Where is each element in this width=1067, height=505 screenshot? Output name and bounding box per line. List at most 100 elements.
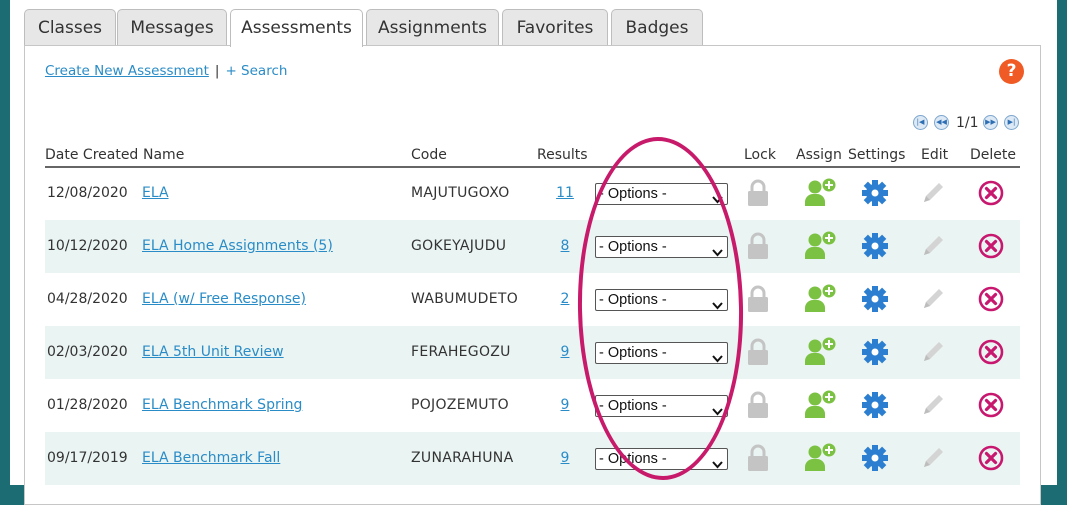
tab-badges[interactable]: Badges bbox=[611, 9, 703, 45]
gear-icon[interactable] bbox=[862, 445, 888, 475]
lock-icon[interactable] bbox=[746, 444, 770, 475]
gear-icon[interactable] bbox=[862, 392, 888, 422]
results-link[interactable]: 11 bbox=[550, 167, 580, 220]
gear-icon[interactable] bbox=[862, 233, 888, 263]
pencil-icon[interactable] bbox=[920, 286, 946, 316]
options-select[interactable]: - Options - bbox=[595, 236, 728, 258]
gear-icon[interactable] bbox=[862, 339, 888, 369]
assign-user-plus-icon[interactable] bbox=[805, 337, 837, 369]
delete-x-icon[interactable] bbox=[978, 445, 1004, 475]
header-results[interactable]: Results bbox=[537, 147, 588, 163]
options-select-value: - Options - bbox=[599, 292, 667, 308]
pencil-icon[interactable] bbox=[920, 233, 946, 263]
assign-user-plus-icon[interactable] bbox=[805, 231, 837, 263]
tab-assessments[interactable]: Assessments bbox=[230, 9, 363, 47]
code-cell: GOKEYAJUDU bbox=[411, 238, 507, 254]
code-cell: ZUNARAHUNA bbox=[411, 450, 514, 466]
toolbar-separator: | bbox=[214, 63, 220, 79]
assign-user-plus-icon[interactable] bbox=[805, 443, 837, 475]
lock-icon[interactable] bbox=[746, 179, 770, 210]
chevron-down-icon bbox=[712, 349, 723, 369]
assessment-name-link[interactable]: ELA (w/ Free Response) bbox=[142, 273, 306, 326]
assessment-name-link[interactable]: ELA Benchmark Fall bbox=[142, 432, 280, 485]
pencil-icon[interactable] bbox=[920, 445, 946, 475]
help-icon[interactable]: ? bbox=[999, 59, 1024, 84]
assessment-name-link[interactable]: ELA bbox=[142, 167, 169, 220]
assessment-name-link[interactable]: ELA 5th Unit Review bbox=[142, 326, 284, 379]
assign-user-plus-icon[interactable] bbox=[805, 390, 837, 422]
assign-user-plus-icon[interactable] bbox=[805, 284, 837, 316]
lock-icon[interactable] bbox=[746, 391, 770, 422]
pager-next-icon[interactable]: ▶▶ bbox=[983, 115, 998, 130]
options-select-value: - Options - bbox=[599, 239, 667, 255]
delete-x-icon[interactable] bbox=[978, 339, 1004, 369]
options-select[interactable]: - Options - bbox=[595, 448, 728, 470]
date-cell: 10/12/2020 bbox=[47, 238, 128, 254]
lock-icon[interactable] bbox=[746, 285, 770, 316]
options-select[interactable]: - Options - bbox=[595, 289, 728, 311]
pager-text: 1/1 bbox=[956, 115, 979, 131]
code-cell: MAJUTUGOXO bbox=[411, 185, 510, 201]
pencil-icon[interactable] bbox=[920, 180, 946, 210]
lock-icon[interactable] bbox=[746, 232, 770, 263]
results-link[interactable]: 9 bbox=[550, 326, 580, 379]
assessment-name-link[interactable]: ELA Benchmark Spring bbox=[142, 379, 302, 432]
delete-x-icon[interactable] bbox=[978, 286, 1004, 316]
delete-x-icon[interactable] bbox=[978, 233, 1004, 263]
results-link[interactable]: 9 bbox=[550, 432, 580, 485]
assessment-name-link[interactable]: ELA Home Assignments (5) bbox=[142, 220, 333, 273]
results-link[interactable]: 9 bbox=[550, 379, 580, 432]
header-edit: Edit bbox=[921, 147, 949, 163]
toolbar-links: Create New Assessment | + Search bbox=[45, 63, 287, 79]
table-row: 04/28/2020 ELA (w/ Free Response) WABUMU… bbox=[45, 273, 1020, 326]
date-cell: 09/17/2019 bbox=[47, 450, 128, 466]
delete-x-icon[interactable] bbox=[978, 392, 1004, 422]
options-select[interactable]: - Options - bbox=[595, 342, 728, 364]
tab-messages[interactable]: Messages bbox=[117, 9, 227, 45]
options-select-value: - Options - bbox=[599, 345, 667, 361]
date-cell: 02/03/2020 bbox=[47, 344, 128, 360]
search-link[interactable]: + Search bbox=[225, 63, 287, 79]
date-cell: 01/28/2020 bbox=[47, 397, 128, 413]
options-select-value: - Options - bbox=[599, 186, 667, 202]
table-row: 12/08/2020 ELA MAJUTUGOXO 11 - Options - bbox=[45, 167, 1020, 220]
chevron-down-icon bbox=[712, 296, 723, 316]
assign-user-plus-icon[interactable] bbox=[805, 178, 837, 210]
options-select-value: - Options - bbox=[599, 398, 667, 414]
gear-icon[interactable] bbox=[862, 286, 888, 316]
chevron-down-icon bbox=[712, 190, 723, 210]
chevron-down-icon bbox=[712, 455, 723, 475]
header-lock: Lock bbox=[744, 147, 776, 163]
table-row: 01/28/2020 ELA Benchmark Spring POJOZEMU… bbox=[45, 379, 1020, 432]
table-row: 10/12/2020 ELA Home Assignments (5) GOKE… bbox=[45, 220, 1020, 273]
header-code[interactable]: Code bbox=[411, 147, 447, 163]
header-date[interactable]: Date Created bbox=[45, 147, 138, 163]
options-select[interactable]: - Options - bbox=[595, 183, 728, 205]
code-cell: WABUMUDETO bbox=[411, 291, 519, 307]
lock-icon[interactable] bbox=[746, 338, 770, 369]
pencil-icon[interactable] bbox=[920, 339, 946, 369]
pager-first-icon[interactable]: |◀ bbox=[913, 115, 928, 130]
header-name[interactable]: Name bbox=[143, 147, 184, 163]
pager-last-icon[interactable]: ▶| bbox=[1004, 115, 1019, 130]
table-row: 09/17/2019 ELA Benchmark Fall ZUNARAHUNA… bbox=[45, 432, 1020, 485]
pencil-icon[interactable] bbox=[920, 392, 946, 422]
tab-assignments[interactable]: Assignments bbox=[366, 9, 499, 45]
delete-x-icon[interactable] bbox=[978, 180, 1004, 210]
gear-icon[interactable] bbox=[862, 180, 888, 210]
results-link[interactable]: 8 bbox=[550, 220, 580, 273]
code-cell: FERAHEGOZU bbox=[411, 344, 511, 360]
header-settings: Settings bbox=[848, 147, 906, 163]
results-link[interactable]: 2 bbox=[550, 273, 580, 326]
create-assessment-link[interactable]: Create New Assessment bbox=[45, 63, 209, 79]
chevron-down-icon bbox=[712, 243, 723, 263]
header-delete: Delete bbox=[970, 147, 1016, 163]
date-cell: 12/08/2020 bbox=[47, 185, 128, 201]
tab-classes[interactable]: Classes bbox=[24, 9, 116, 45]
tab-favorites[interactable]: Favorites bbox=[502, 9, 608, 45]
options-select[interactable]: - Options - bbox=[595, 395, 728, 417]
chevron-down-icon bbox=[712, 402, 723, 422]
header-assign: Assign bbox=[796, 147, 842, 163]
pager-prev-icon[interactable]: ◀◀ bbox=[934, 115, 949, 130]
date-cell: 04/28/2020 bbox=[47, 291, 128, 307]
